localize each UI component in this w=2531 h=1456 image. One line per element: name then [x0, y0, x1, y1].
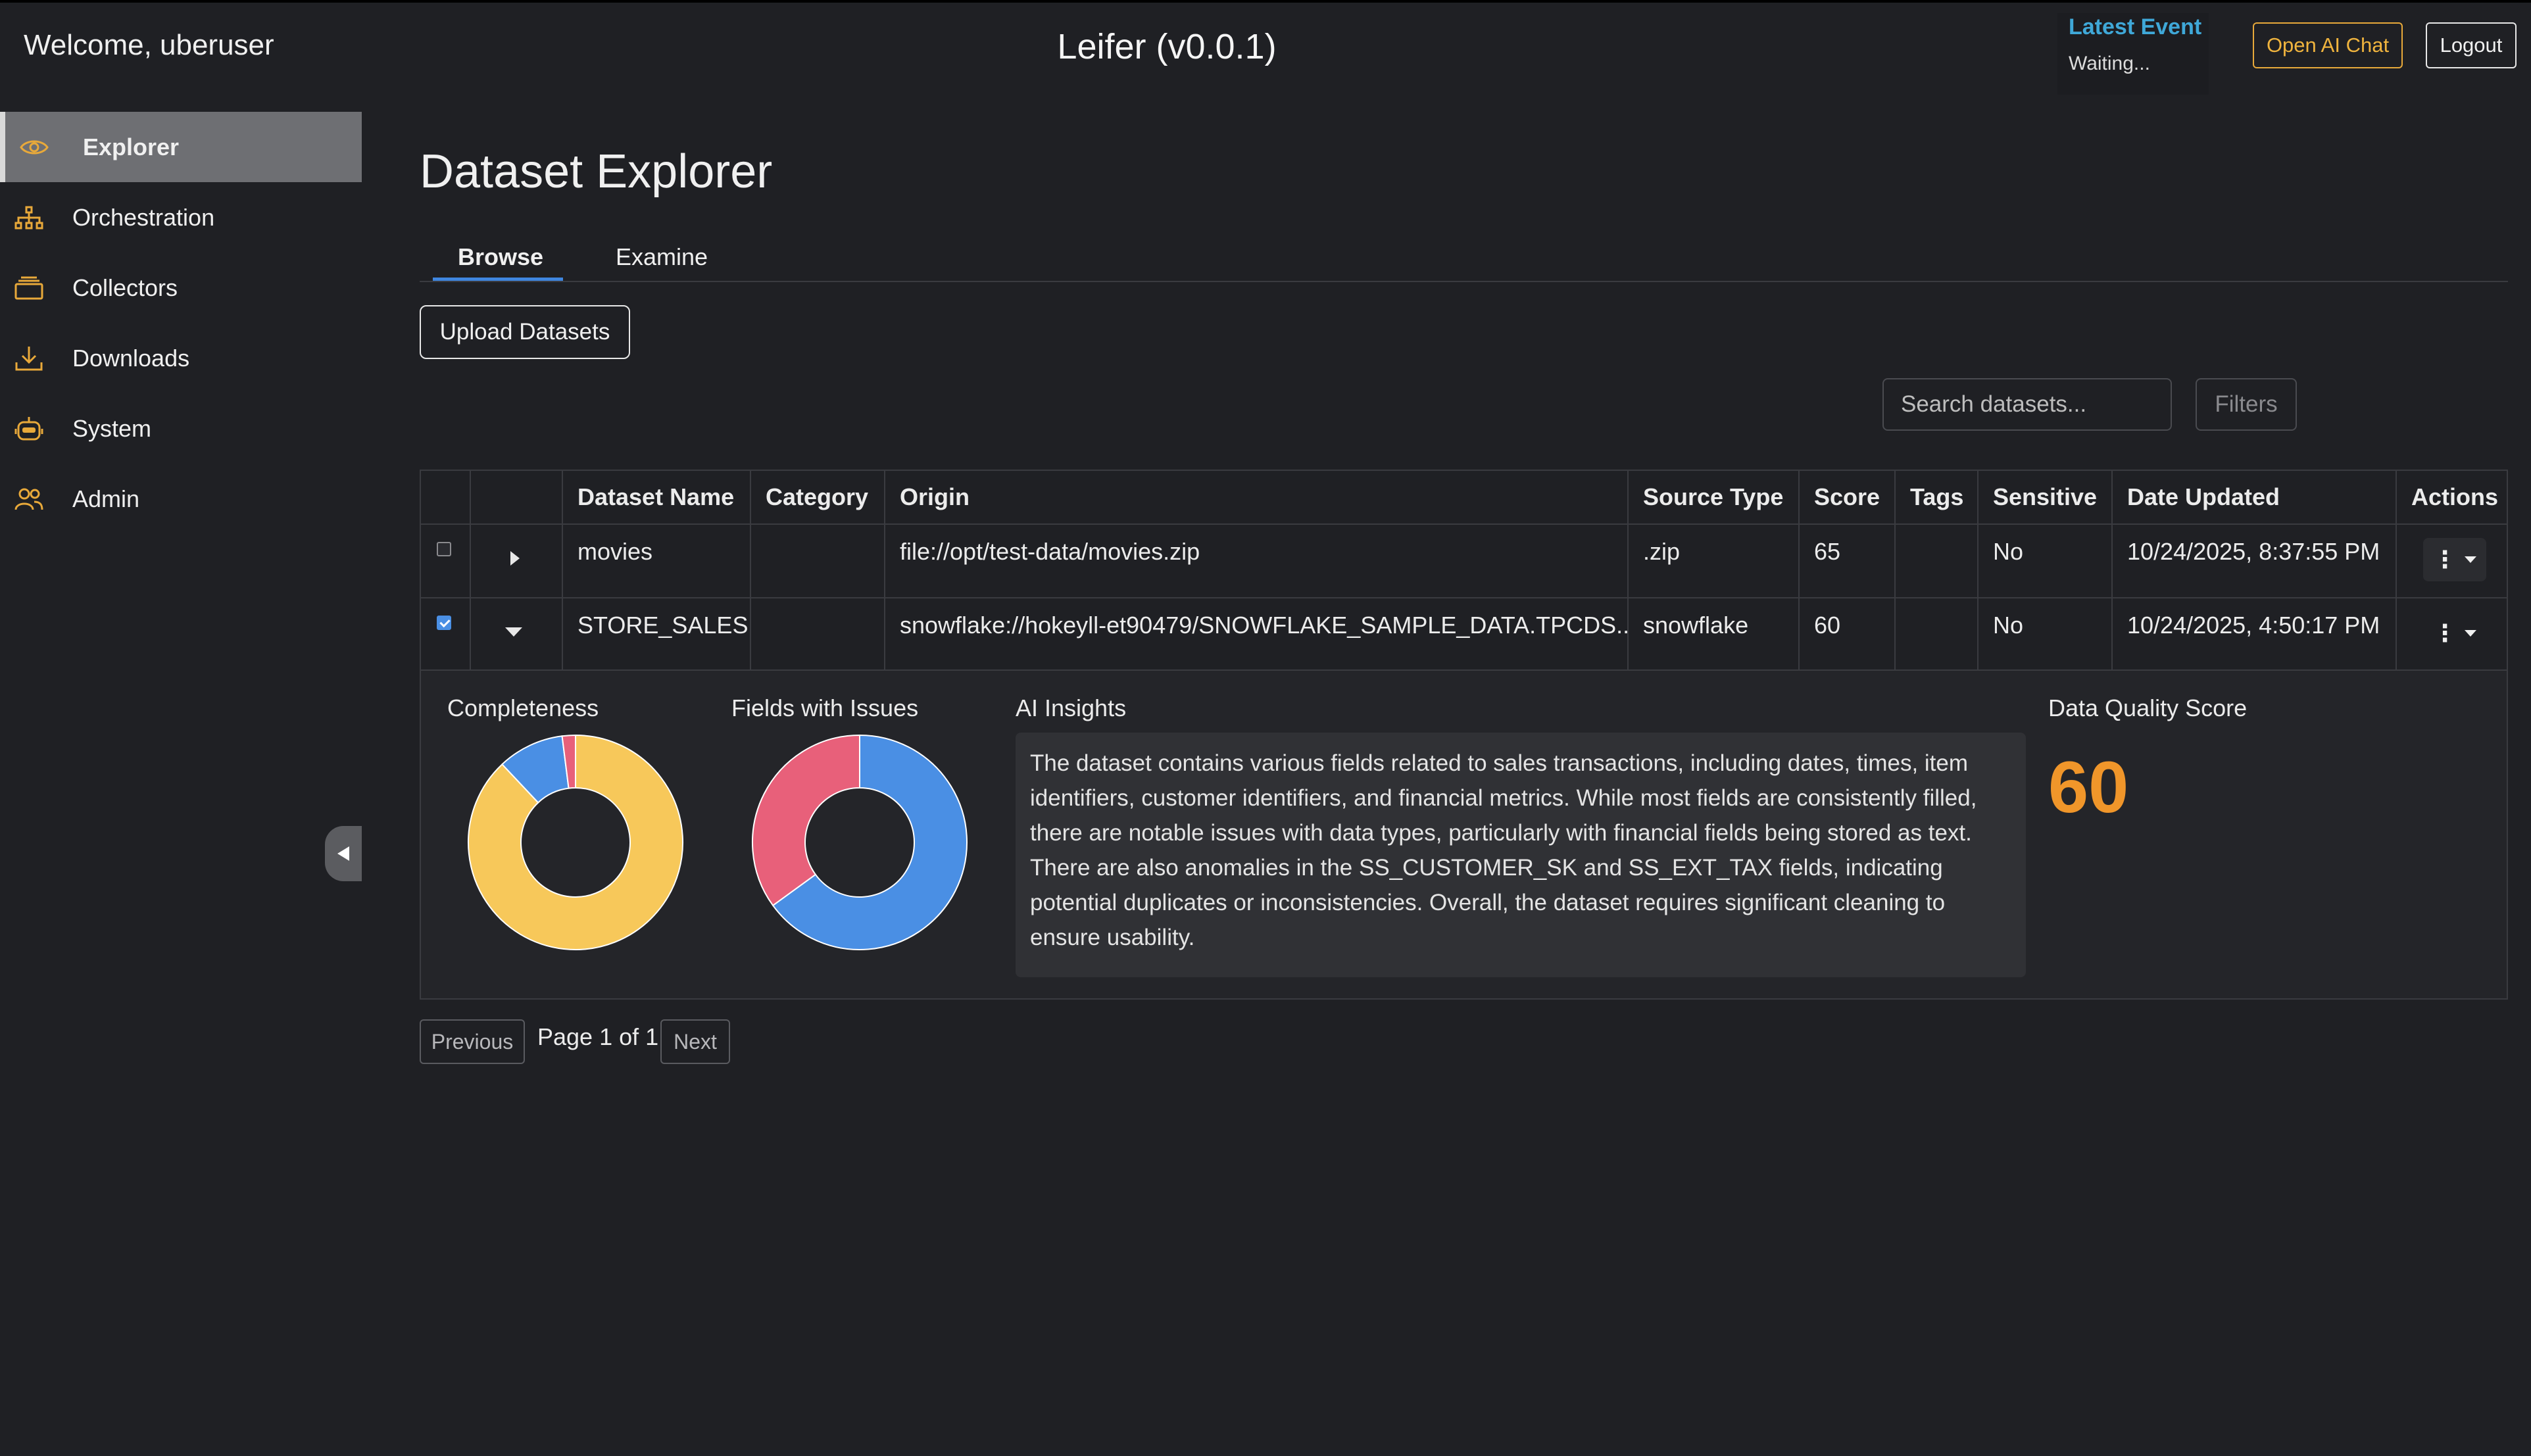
table-header-row: Dataset Name Category Origin Source Type… [421, 471, 2507, 525]
collapse-sidebar-button[interactable] [325, 826, 362, 881]
completeness-label: Completeness [447, 694, 599, 721]
donut-slice-1 [752, 734, 860, 907]
select-cell [421, 525, 471, 597]
expand-cell [471, 525, 563, 597]
sidebar-item-orchestration[interactable]: Orchestration [0, 182, 362, 253]
tabs-divider [420, 281, 2508, 282]
previous-page-button[interactable]: Previous [420, 1019, 525, 1064]
page-title: Dataset Explorer [420, 145, 773, 198]
actions-cell: ⋮ [2397, 525, 2507, 597]
sidebar-item-label: Explorer [83, 133, 180, 160]
expand-cell [471, 598, 563, 669]
actions-cell: ⋮ [2397, 598, 2507, 669]
header-expand-cell [471, 471, 563, 523]
header-select-cell [421, 471, 471, 523]
table-row[interactable]: STORE_SALES snowflake://hokeyll-et90479/… [421, 598, 2507, 671]
completeness-donut-chart [468, 734, 683, 950]
header-date-updated[interactable]: Date Updated [2113, 471, 2397, 523]
row-actions-button[interactable]: ⋮ [2423, 612, 2486, 655]
sidebar-item-label: Downloads [72, 344, 190, 372]
upload-datasets-button[interactable]: Upload Datasets [420, 305, 630, 359]
date-updated-cell: 10/24/2025, 4:50:17 PM [2113, 598, 2397, 669]
kebab-icon: ⋮ [2433, 619, 2457, 646]
ai-insights-label: AI Insights [1016, 694, 1127, 721]
sidebar-item-collectors[interactable]: Collectors [0, 253, 362, 323]
date-updated-cell: 10/24/2025, 8:37:55 PM [2113, 525, 2397, 597]
sidebar: Explorer Orchestration Collectors Downlo… [0, 112, 362, 1456]
sidebar-item-admin[interactable]: Admin [0, 464, 362, 534]
chevron-down-icon [2465, 556, 2476, 563]
expand-toggle-icon[interactable] [510, 551, 520, 566]
header-actions: Actions [2411, 483, 2499, 510]
filters-button[interactable]: Filters [2196, 378, 2297, 431]
hierarchy-icon [13, 202, 45, 233]
search-input[interactable] [1882, 378, 2172, 431]
row-actions-button[interactable]: ⋮ [2423, 538, 2486, 581]
dataset-name-cell[interactable]: STORE_SALES [563, 598, 751, 669]
header-sensitive[interactable]: Sensitive [1978, 471, 2113, 523]
logout-button[interactable]: Logout [2426, 22, 2517, 68]
data-quality-label: Data Quality Score [2048, 694, 2248, 721]
header-tags[interactable]: Tags [1896, 471, 1978, 523]
header-score[interactable]: Score [1800, 471, 1896, 523]
sidebar-item-label: System [72, 414, 152, 442]
robot-icon [13, 413, 45, 445]
sidebar-item-label: Admin [72, 485, 140, 512]
origin-cell: snowflake://hokeyll-et90479/SNOWFLAKE_SA… [885, 598, 1629, 669]
category-cell [751, 598, 885, 669]
row-checkbox[interactable] [437, 542, 451, 556]
header-category[interactable]: Category [751, 471, 885, 523]
eye-icon [18, 132, 50, 163]
latest-event-status: Waiting... [2069, 53, 2150, 74]
stack-icon [13, 272, 45, 304]
open-ai-chat-button[interactable]: Open AI Chat [2253, 22, 2403, 68]
table-row[interactable]: movies file://opt/test-data/movies.zip .… [421, 525, 2507, 598]
kebab-icon: ⋮ [2433, 546, 2457, 573]
origin-cell: file://opt/test-data/movies.zip [885, 525, 1629, 597]
header-dataset-name[interactable]: Dataset Name [563, 471, 751, 523]
fields-issues-donut-chart [752, 734, 968, 950]
source-type-cell: snowflake [1629, 598, 1800, 669]
sidebar-item-label: Orchestration [72, 203, 215, 231]
score-cell: 65 [1800, 525, 1896, 597]
sidebar-item-explorer[interactable]: Explorer [0, 112, 362, 182]
tab-examine[interactable]: Examine [616, 243, 708, 271]
chevron-down-icon [2465, 630, 2476, 637]
tags-cell [1896, 598, 1978, 669]
data-quality-score: 60 [2048, 747, 2129, 828]
ai-insights-text: The dataset contains various fields rela… [1016, 733, 2026, 977]
sidebar-item-system[interactable]: System [0, 393, 362, 464]
source-type-cell: .zip [1629, 525, 1800, 597]
row-checkbox[interactable] [437, 616, 451, 630]
top-bar: Welcome, uberuser Leifer (v0.0.1) Latest… [0, 0, 2531, 105]
select-cell [421, 598, 471, 669]
next-page-button[interactable]: Next [660, 1019, 730, 1064]
tags-cell [1896, 525, 1978, 597]
dataset-details-panel: Completeness Fields with Issues AI Insig… [421, 671, 2507, 998]
sensitive-cell: No [1978, 598, 2113, 669]
tab-browse[interactable]: Browse [458, 243, 543, 271]
sensitive-cell: No [1978, 525, 2113, 597]
caret-left-icon [337, 846, 349, 861]
collapse-toggle-icon[interactable] [505, 627, 522, 637]
dataset-name-cell[interactable]: movies [563, 525, 751, 597]
download-icon [13, 343, 45, 374]
active-tab-indicator [433, 278, 563, 281]
datasets-table: Dataset Name Category Origin Source Type… [420, 470, 2508, 1000]
app-title: Leifer (v0.0.1) [1057, 27, 1277, 66]
latest-event-panel: Latest Event Waiting... [2057, 13, 2209, 95]
header-source-type[interactable]: Source Type [1629, 471, 1800, 523]
score-cell: 60 [1800, 598, 1896, 669]
sidebar-item-label: Collectors [72, 274, 178, 301]
sidebar-item-downloads[interactable]: Downloads [0, 323, 362, 393]
latest-event-title: Latest Event [2069, 14, 2202, 39]
fields-issues-label: Fields with Issues [731, 694, 919, 721]
users-icon [13, 483, 45, 515]
header-origin[interactable]: Origin [885, 471, 1629, 523]
page-indicator: Page 1 of 1 [537, 1023, 659, 1050]
category-cell [751, 525, 885, 597]
